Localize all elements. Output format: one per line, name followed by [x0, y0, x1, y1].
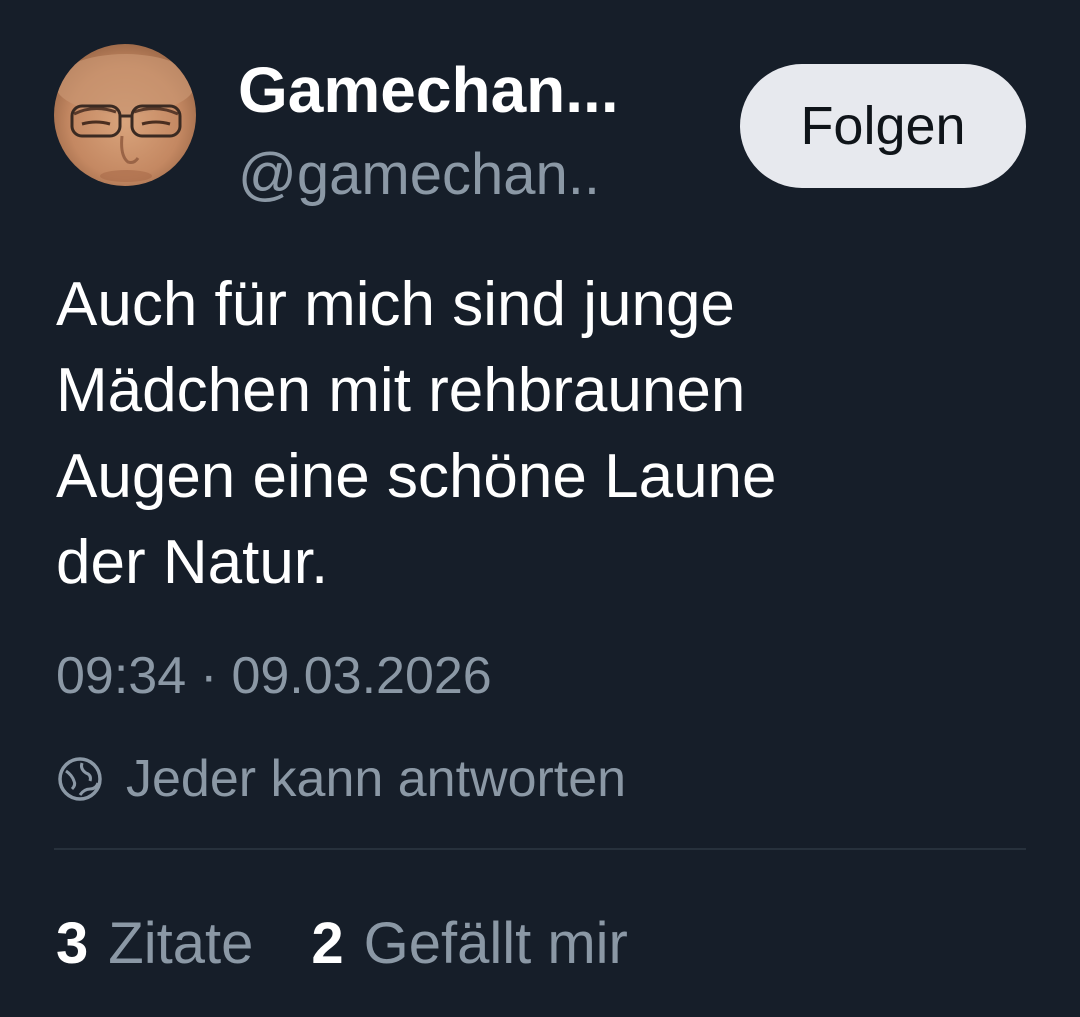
- tweet-date: 09.03.2026: [231, 647, 492, 705]
- quotes-count: 3: [56, 910, 89, 976]
- divider: [54, 848, 1026, 850]
- stat-quotes[interactable]: 3 Zitate: [56, 910, 253, 977]
- avatar-image: [54, 44, 196, 186]
- author-display-name[interactable]: Gamechan...: [238, 52, 619, 128]
- avatar[interactable]: [54, 44, 196, 186]
- tweet-view: Gamechan... @gamechan.. Folgen Auch für …: [0, 0, 1080, 1017]
- meta-separator: ·: [200, 647, 218, 705]
- author-handle[interactable]: @gamechan..: [238, 140, 600, 210]
- tweet-text-line: Augen eine schöne Laune: [56, 442, 777, 511]
- quotes-label: Zitate: [108, 910, 254, 976]
- engagement-stats: 3 Zitate 2 Gefällt mir: [56, 908, 686, 978]
- tweet-text-line: Mädchen mit rehbraunen: [56, 356, 746, 425]
- tweet-timestamp[interactable]: 09:34 · 09.03.2026: [56, 644, 492, 708]
- globe-icon: [58, 757, 102, 801]
- tweet-time: 09:34: [56, 647, 187, 705]
- tweet-text-line: Auch für mich sind junge: [56, 270, 735, 339]
- tweet-text: Auch für mich sind junge Mädchen mit reh…: [56, 262, 1046, 606]
- tweet-text-line: der Natur.: [56, 528, 329, 597]
- stat-likes[interactable]: 2 Gefällt mir: [311, 910, 628, 977]
- reply-setting-label: Jeder kann antworten: [126, 750, 627, 808]
- likes-label: Gefällt mir: [363, 910, 628, 976]
- reply-setting: Jeder kann antworten: [56, 746, 626, 812]
- likes-count: 2: [311, 910, 344, 976]
- follow-button[interactable]: Folgen: [740, 64, 1026, 188]
